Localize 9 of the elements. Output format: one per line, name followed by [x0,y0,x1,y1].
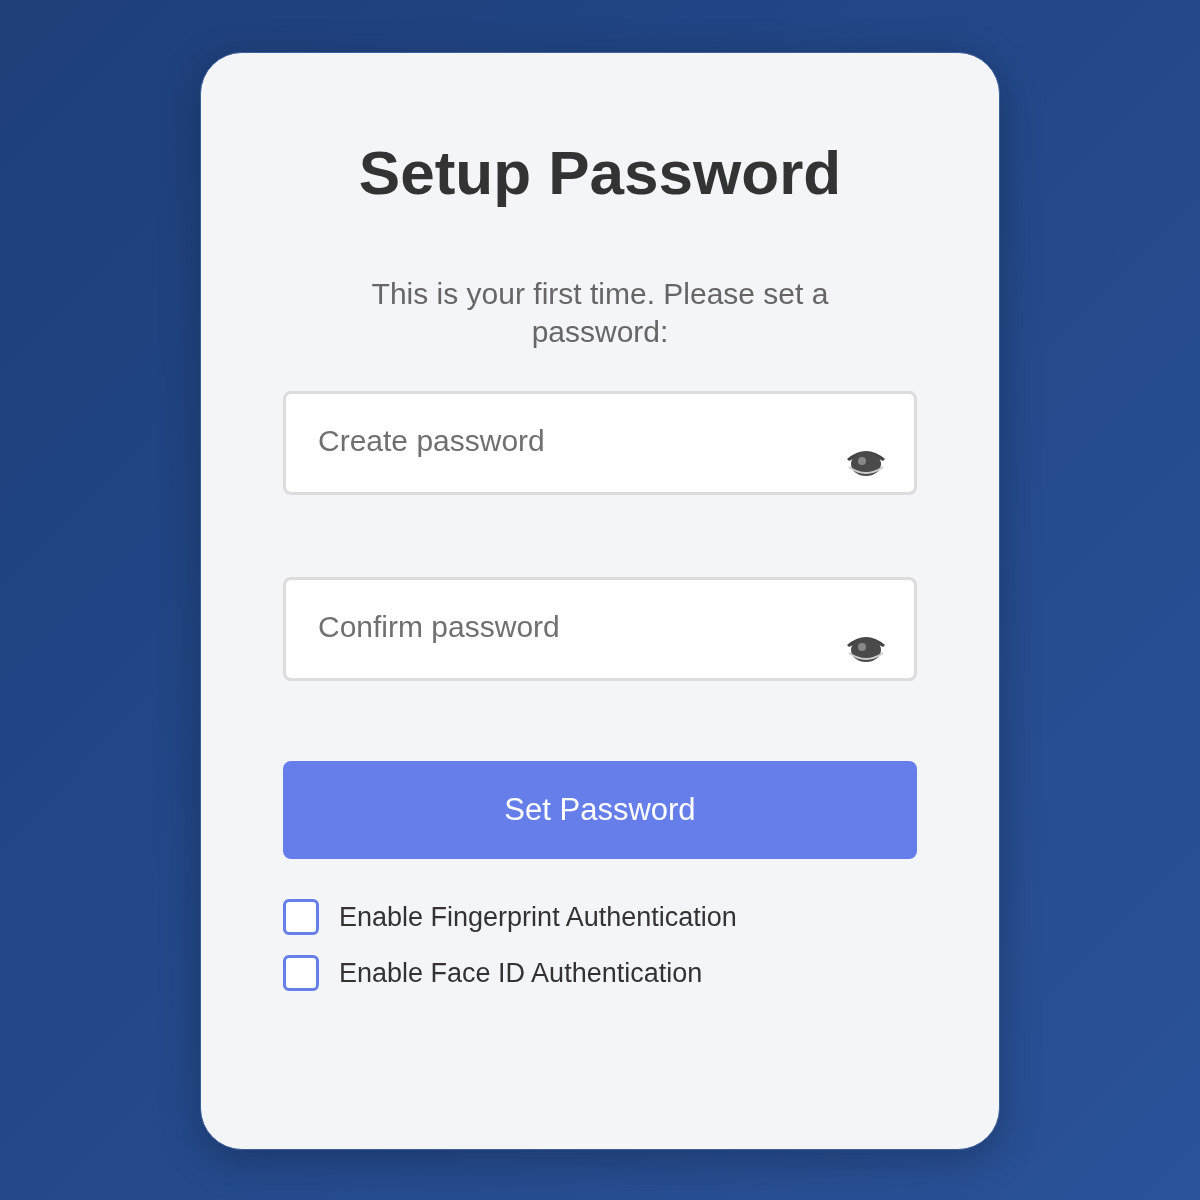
password-field[interactable]: Create password [283,391,917,495]
page-title: Setup Password [357,137,843,209]
checkbox-label: Enable Fingerprint Authentication [339,901,737,933]
password-field[interactable]: Confirm password [283,577,917,681]
checkbox[interactable] [283,899,319,935]
set-password-button[interactable]: Set Password [283,761,917,859]
checkbox[interactable] [283,955,319,991]
instruction-text: This is your first time. Please set a password: [370,276,830,350]
checkbox-label: Enable Face ID Authentication [339,957,703,989]
